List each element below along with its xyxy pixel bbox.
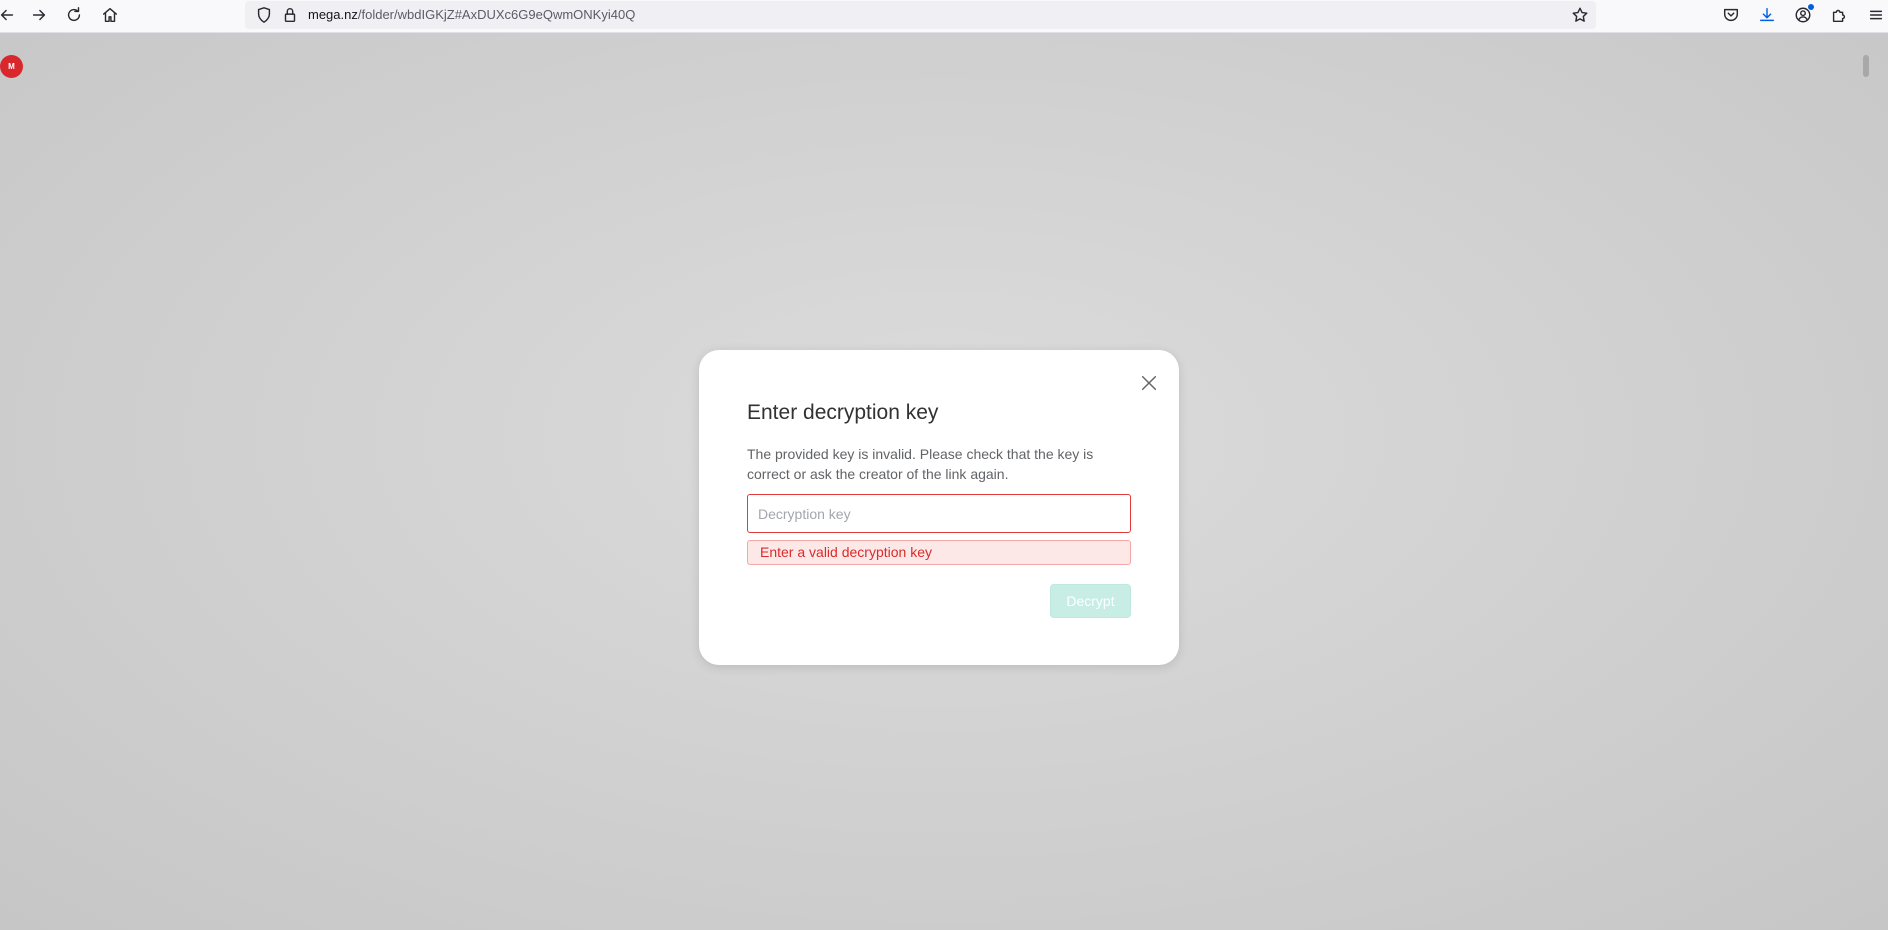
address-bar[interactable]: mega.nz/folder/wbdIGKjZ#AxDUXc6G9eQwmONK… — [245, 1, 1596, 29]
browser-toolbar: mega.nz/folder/wbdIGKjZ#AxDUXc6G9eQwmONK… — [0, 0, 1888, 33]
dialog-message: The provided key is invalid. Please chec… — [747, 444, 1137, 484]
hamburger-menu-icon[interactable] — [1863, 2, 1888, 28]
mega-logo-icon[interactable]: M — [0, 55, 23, 78]
puzzle-icon[interactable] — [1826, 2, 1852, 28]
download-icon[interactable] — [1754, 2, 1780, 28]
url-path: /folder/wbdIGKjZ#AxDUXc6G9eQwmONKyi40Q — [358, 7, 635, 22]
shield-icon[interactable] — [251, 2, 277, 28]
pocket-icon[interactable] — [1718, 2, 1744, 28]
decryption-key-input[interactable] — [747, 494, 1131, 533]
star-icon[interactable] — [1567, 2, 1593, 28]
lock-icon[interactable] — [277, 2, 303, 28]
back-arrow-icon[interactable] — [0, 2, 20, 28]
close-icon[interactable] — [1136, 370, 1162, 396]
forward-arrow-icon[interactable] — [26, 2, 52, 28]
decrypt-button[interactable]: Decrypt — [1050, 584, 1131, 618]
notification-dot — [1808, 4, 1814, 10]
url-host: mega.nz — [308, 7, 358, 22]
account-icon[interactable] — [1790, 2, 1816, 28]
reload-icon[interactable] — [61, 2, 87, 28]
dialog-title: Enter decryption key — [747, 401, 938, 425]
url-text[interactable]: mega.nz/folder/wbdIGKjZ#AxDUXc6G9eQwmONK… — [308, 1, 635, 29]
home-icon[interactable] — [97, 2, 123, 28]
error-message: Enter a valid decryption key — [747, 540, 1131, 565]
scrollbar-handle[interactable] — [1863, 55, 1869, 77]
decryption-key-dialog: Enter decryption key The provided key is… — [699, 350, 1179, 665]
